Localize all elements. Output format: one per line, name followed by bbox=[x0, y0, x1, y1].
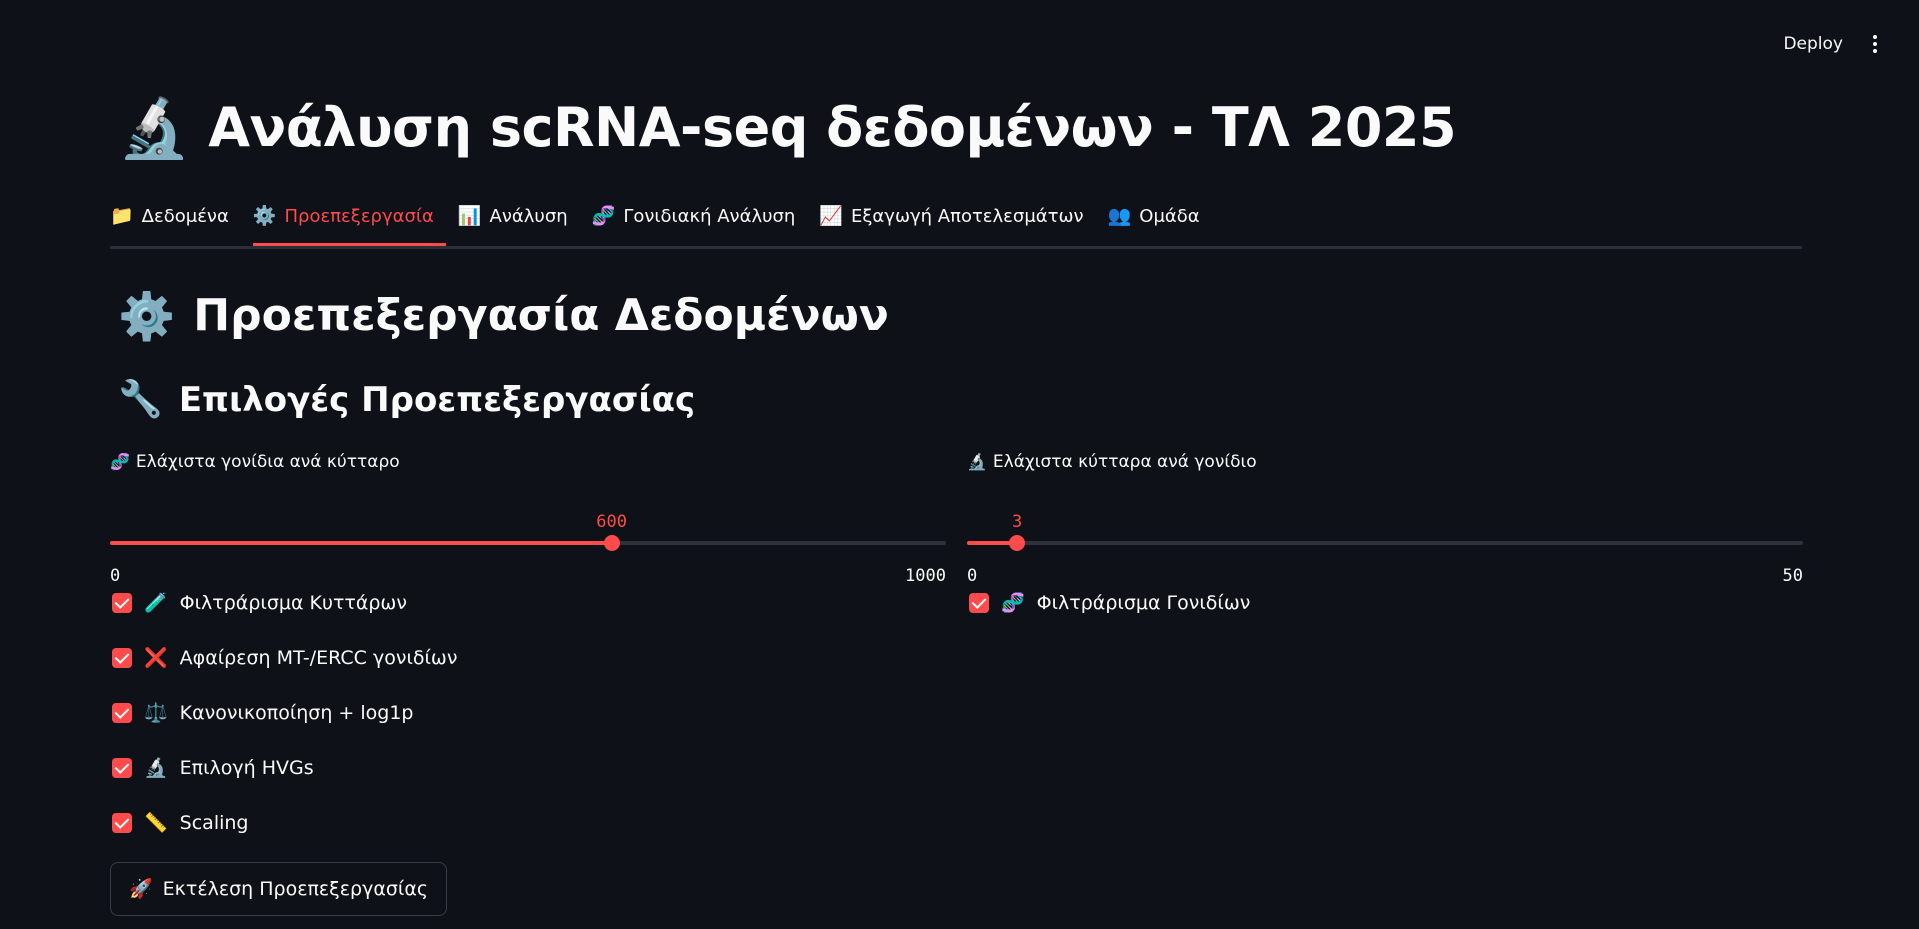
checkbox-label: Αφαίρεση MT-/ERCC γονιδίων bbox=[179, 647, 458, 669]
checkbox-checked[interactable] bbox=[112, 593, 132, 613]
slider-thumb[interactable] bbox=[1009, 535, 1026, 551]
tab-label: Γονιδιακή Ανάλυση bbox=[623, 205, 796, 227]
bar-chart-icon: 📊 bbox=[457, 204, 482, 227]
tab-team[interactable]: 👥 Ομάδα bbox=[1108, 198, 1212, 234]
test-tube-icon: 🧪 bbox=[144, 591, 168, 614]
slider-track[interactable] bbox=[110, 535, 946, 551]
tab-label: Ομάδα bbox=[1139, 205, 1200, 227]
checkbox-checked[interactable] bbox=[112, 703, 132, 723]
slider-area: 600 0 1000 bbox=[110, 478, 946, 586]
run-preprocessing-button[interactable]: 🚀 Εκτέλεση Προεπεξεργασίας bbox=[110, 862, 448, 916]
tab-gene-analysis[interactable]: 🧬 Γονιδιακή Ανάλυση bbox=[592, 198, 808, 234]
tab-label: Εξαγωγή Αποτελεσμάτων bbox=[851, 205, 1084, 227]
main-menu-icon[interactable] bbox=[1869, 31, 1881, 57]
slider-label-text: Ελάχιστα κύτταρα ανά γονίδιο bbox=[992, 452, 1257, 472]
wrench-icon: 🔧 bbox=[118, 379, 163, 420]
subsection-heading-text: Επιλογές Προεπεξεργασίας bbox=[178, 380, 696, 420]
checkbox-filter-genes[interactable]: 🧬 Φιλτράρισμα Γονιδίων bbox=[969, 592, 1250, 614]
min-genes-slider: 🧬 Ελάχιστα γονίδια ανά κύτταρο 600 0 100… bbox=[110, 452, 946, 586]
tab-data[interactable]: 📁 Δεδομένα bbox=[110, 198, 241, 234]
slider-min: 0 bbox=[110, 566, 121, 586]
slider-track[interactable] bbox=[967, 535, 1803, 551]
cross-mark-icon: ❌ bbox=[144, 646, 168, 669]
section-heading-text: Προεπεξεργασία Δεδομένων bbox=[193, 290, 889, 341]
slider-area: 3 0 50 bbox=[967, 478, 1803, 586]
checkbox-label: Κανονικοποίηση + log1p bbox=[179, 702, 414, 724]
slider-max: 1000 bbox=[905, 566, 946, 586]
tab-preprocessing[interactable]: ⚙️ Προεπεξεργασία bbox=[252, 198, 446, 246]
checkbox-select-hvgs[interactable]: 🔬 Επιλογή HVGs bbox=[112, 757, 314, 779]
checkbox-normalization[interactable]: ⚖️ Κανονικοποίηση + log1p bbox=[112, 702, 414, 724]
checkbox-checked[interactable] bbox=[112, 648, 132, 668]
people-icon: 👥 bbox=[1107, 204, 1132, 227]
run-button-label: Εκτέλεση Προεπεξεργασίας bbox=[162, 878, 429, 900]
dna-icon: 🧬 bbox=[591, 204, 616, 227]
checkbox-label: Scaling bbox=[179, 812, 249, 834]
tab-label: Δεδομένα bbox=[141, 205, 229, 227]
checkbox-filter-cells[interactable]: 🧪 Φιλτράρισμα Κυττάρων bbox=[112, 592, 407, 614]
subsection-heading: 🔧 Επιλογές Προεπεξεργασίας bbox=[118, 380, 695, 420]
checkbox-label: Επιλογή HVGs bbox=[179, 757, 314, 779]
microscope-icon: 🔬 bbox=[118, 93, 191, 162]
slider-value: 600 bbox=[596, 512, 627, 532]
microscope-icon: 🔬 bbox=[967, 452, 987, 471]
checkbox-scaling[interactable]: 📏 Scaling bbox=[112, 812, 248, 834]
dna-icon: 🧬 bbox=[110, 452, 130, 471]
page-title: 🔬 Ανάλυση scRNA-seq δεδομένων - ΤΛ 2025 bbox=[118, 93, 1457, 162]
tab-export-results[interactable]: 📈 Εξαγωγή Αποτελεσμάτων bbox=[819, 198, 1095, 234]
slider-label-text: Ελάχιστα γονίδια ανά κύτταρο bbox=[135, 452, 400, 472]
tab-bar: 📁 Δεδομένα ⚙️ Προεπεξεργασία 📊 Ανάλυση 🧬… bbox=[110, 198, 1802, 249]
checkbox-remove-mt-ercc[interactable]: ❌ Αφαίρεση MT-/ERCC γονιδίων bbox=[112, 647, 457, 669]
tab-label: Ανάλυση bbox=[489, 205, 568, 227]
chart-increasing-icon: 📈 bbox=[819, 204, 844, 227]
slider-min: 0 bbox=[967, 566, 978, 586]
deploy-button[interactable]: Deploy bbox=[1783, 34, 1843, 54]
slider-label: 🧬 Ελάχιστα γονίδια ανά κύτταρο bbox=[110, 452, 946, 472]
checkbox-label: Φιλτράρισμα Γονιδίων bbox=[1036, 592, 1251, 614]
section-heading: ⚙️ Προεπεξεργασία Δεδομένων bbox=[118, 290, 889, 341]
checkbox-checked[interactable] bbox=[112, 758, 132, 778]
slider-value: 3 bbox=[1012, 512, 1023, 532]
checkbox-checked[interactable] bbox=[112, 813, 132, 833]
checkbox-label: Φιλτράρισμα Κυττάρων bbox=[179, 592, 407, 614]
top-toolbar: Deploy bbox=[1783, 0, 1919, 88]
slider-label: 🔬 Ελάχιστα κύτταρα ανά γονίδιο bbox=[967, 452, 1803, 472]
ruler-icon: 📏 bbox=[144, 811, 168, 834]
checkbox-checked[interactable] bbox=[969, 593, 989, 613]
microscope-icon: 🔬 bbox=[144, 756, 168, 779]
tab-analysis[interactable]: 📊 Ανάλυση bbox=[458, 198, 580, 234]
folder-icon: 📁 bbox=[110, 204, 134, 227]
page-title-text: Ανάλυση scRNA-seq δεδομένων - ΤΛ 2025 bbox=[208, 96, 1457, 159]
min-cells-slider: 🔬 Ελάχιστα κύτταρα ανά γονίδιο 3 0 50 bbox=[967, 452, 1803, 586]
gear-icon: ⚙️ bbox=[118, 288, 176, 343]
dna-icon: 🧬 bbox=[1001, 591, 1025, 614]
rocket-icon: 🚀 bbox=[129, 877, 153, 900]
slider-max: 50 bbox=[1782, 566, 1803, 586]
slider-track-fill bbox=[110, 541, 612, 545]
slider-thumb[interactable] bbox=[603, 535, 620, 551]
balance-scale-icon: ⚖️ bbox=[144, 701, 168, 724]
gear-icon: ⚙️ bbox=[252, 204, 277, 227]
tab-label: Προεπεξεργασία bbox=[284, 205, 434, 227]
